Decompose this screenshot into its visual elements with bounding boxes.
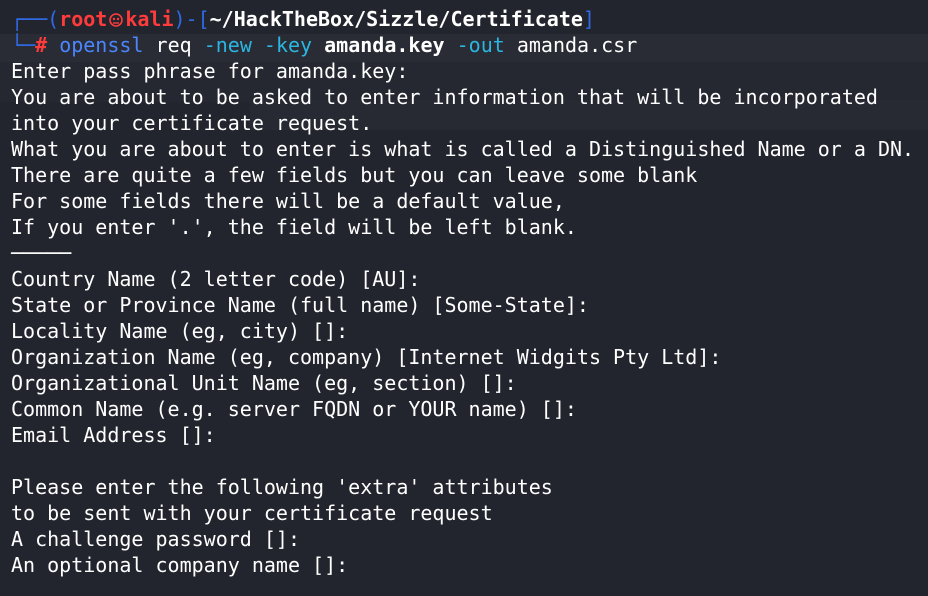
- command-key-file: amanda.key: [324, 33, 445, 57]
- prompt-line-2[interactable]: └─# openssl req -new -key amanda.key -ou…: [11, 32, 928, 58]
- command-flag-new: -new: [203, 33, 252, 57]
- prompt-cwd: ~/HackTheBox/Sizzle/Certificate: [209, 7, 583, 31]
- output-line: Organizational Unit Name (eg, section) […: [11, 371, 517, 395]
- prompt-close-bracket: )-[: [173, 7, 210, 31]
- output-line: Please enter the following 'extra' attri…: [11, 475, 553, 499]
- command-program: openssl: [59, 33, 144, 57]
- output-line: Locality Name (eg, city) []:: [11, 319, 349, 343]
- prompt-hash: #: [35, 33, 48, 57]
- output-line: What you are about to enter is what is c…: [11, 137, 915, 161]
- prompt-end-bracket: ]: [582, 7, 595, 31]
- output-line: Country Name (2 letter code) [AU]:: [11, 267, 421, 291]
- command-flag-out: -out: [456, 33, 505, 57]
- output-line: A challenge password []:: [11, 527, 300, 551]
- terminal-content: ┌──(root kali)-[~/HackTheBox/Sizzle/Certi…: [11, 6, 928, 578]
- prompt-prefix: └─: [11, 33, 36, 57]
- output-line: An optional company name []:: [11, 553, 349, 577]
- output-line: Organization Name (eg, company) [Interne…: [11, 345, 722, 369]
- output-line: Email Address []:: [11, 423, 216, 447]
- output-line: Common Name (e.g. server FQDN or YOUR na…: [11, 397, 577, 421]
- command-flag-key: -key: [263, 33, 313, 57]
- prompt-host: kali: [125, 7, 174, 31]
- output-line: to be sent with your certificate request: [11, 501, 493, 525]
- skull-icon: [109, 13, 124, 27]
- output-line: If you enter '.', the field will be left…: [11, 215, 577, 239]
- output-line: You are about to be asked to enter infor…: [11, 85, 878, 109]
- separator-line: ─────: [11, 241, 72, 265]
- prompt-line-1: ┌──(root kali)-[~/HackTheBox/Sizzle/Certi…: [11, 6, 928, 32]
- command-subcommand: req: [155, 33, 192, 57]
- output-line: State or Province Name (full name) [Some…: [11, 293, 589, 317]
- output-line: into your certificate request.: [11, 111, 373, 135]
- output-line: There are quite a few fields but you can…: [11, 163, 698, 187]
- prompt-open-bracket: ┌──(: [11, 7, 60, 31]
- output-line: For some fields there will be a default …: [11, 189, 565, 213]
- prompt-user: root: [59, 7, 108, 31]
- output-line: Enter pass phrase for amanda.key:: [11, 59, 409, 83]
- command-out-file: amanda.csr: [516, 33, 638, 57]
- terminal-window[interactable]: ┌──(root kali)-[~/HackTheBox/Sizzle/Certi…: [0, 0, 928, 596]
